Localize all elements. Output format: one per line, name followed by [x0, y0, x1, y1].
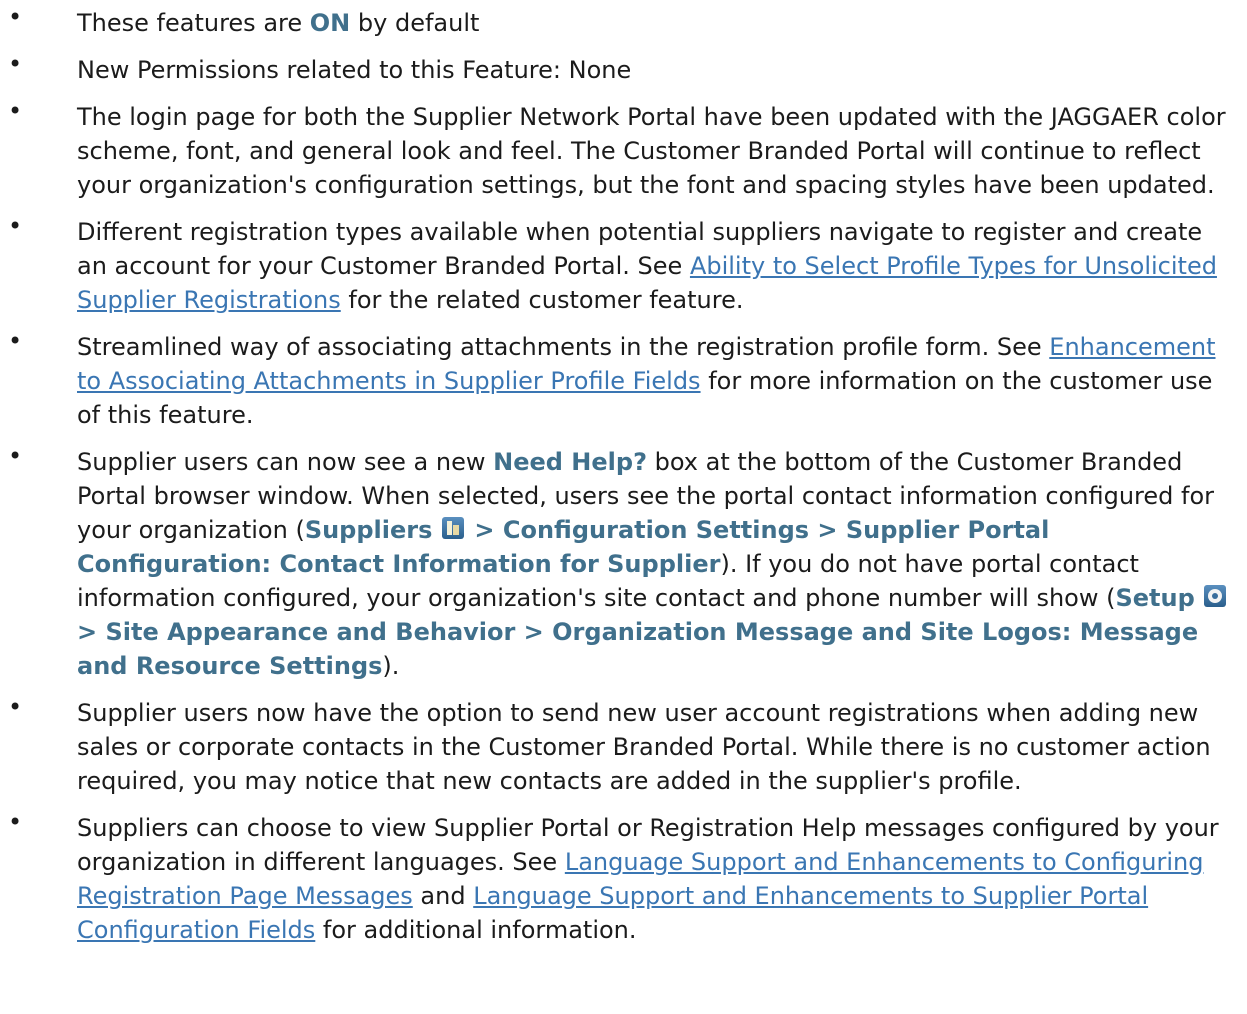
feature-bullet-list: These features are ON by default New Per… [8, 0, 1247, 954]
release-notes-document: These features are ON by default New Per… [0, 0, 1247, 954]
bullet-registration-types: Different registration types available w… [8, 209, 1247, 324]
bullet-text: New Permissions related to this Feature:… [77, 56, 632, 84]
bullet-attachments: Streamlined way of associating attachmen… [8, 324, 1247, 439]
bullet-text: The login page for both the Supplier Net… [77, 103, 1226, 199]
bullet-text: Supplier users can now see a new [77, 448, 494, 476]
suppliers-path-label: Suppliers [304, 516, 433, 544]
bullet-text: ). [382, 652, 400, 680]
bullet-text: by default [350, 9, 480, 37]
bullet-text: for additional information. [315, 916, 637, 944]
bullet-login-page: The login page for both the Supplier Net… [8, 94, 1247, 209]
bullet-need-help: Supplier users can now see a new Need He… [8, 439, 1247, 690]
setup-gear-icon [1204, 585, 1227, 607]
bullet-permissions: New Permissions related to this Feature:… [8, 47, 1247, 94]
bullet-user-registrations: Supplier users now have the option to se… [8, 690, 1247, 805]
need-help-emphasis: Need Help? [493, 448, 647, 476]
bullet-text: Streamlined way of associating attachmen… [77, 333, 1050, 361]
on-emphasis: ON [309, 9, 351, 37]
bullet-text: and [412, 882, 474, 910]
bullet-languages: Suppliers can choose to view Supplier Po… [8, 805, 1247, 954]
setup-config-path: > Site Appearance and Behavior > Organiz… [77, 618, 1199, 680]
suppliers-icon [442, 517, 465, 539]
setup-path-label: Setup [1115, 584, 1195, 612]
bullet-text: Supplier users now have the option to se… [77, 699, 1211, 795]
bullet-text: for the related customer feature. [340, 286, 744, 314]
bullet-text: These features are [77, 9, 310, 37]
bullet-on-by-default: These features are ON by default [8, 0, 1247, 47]
